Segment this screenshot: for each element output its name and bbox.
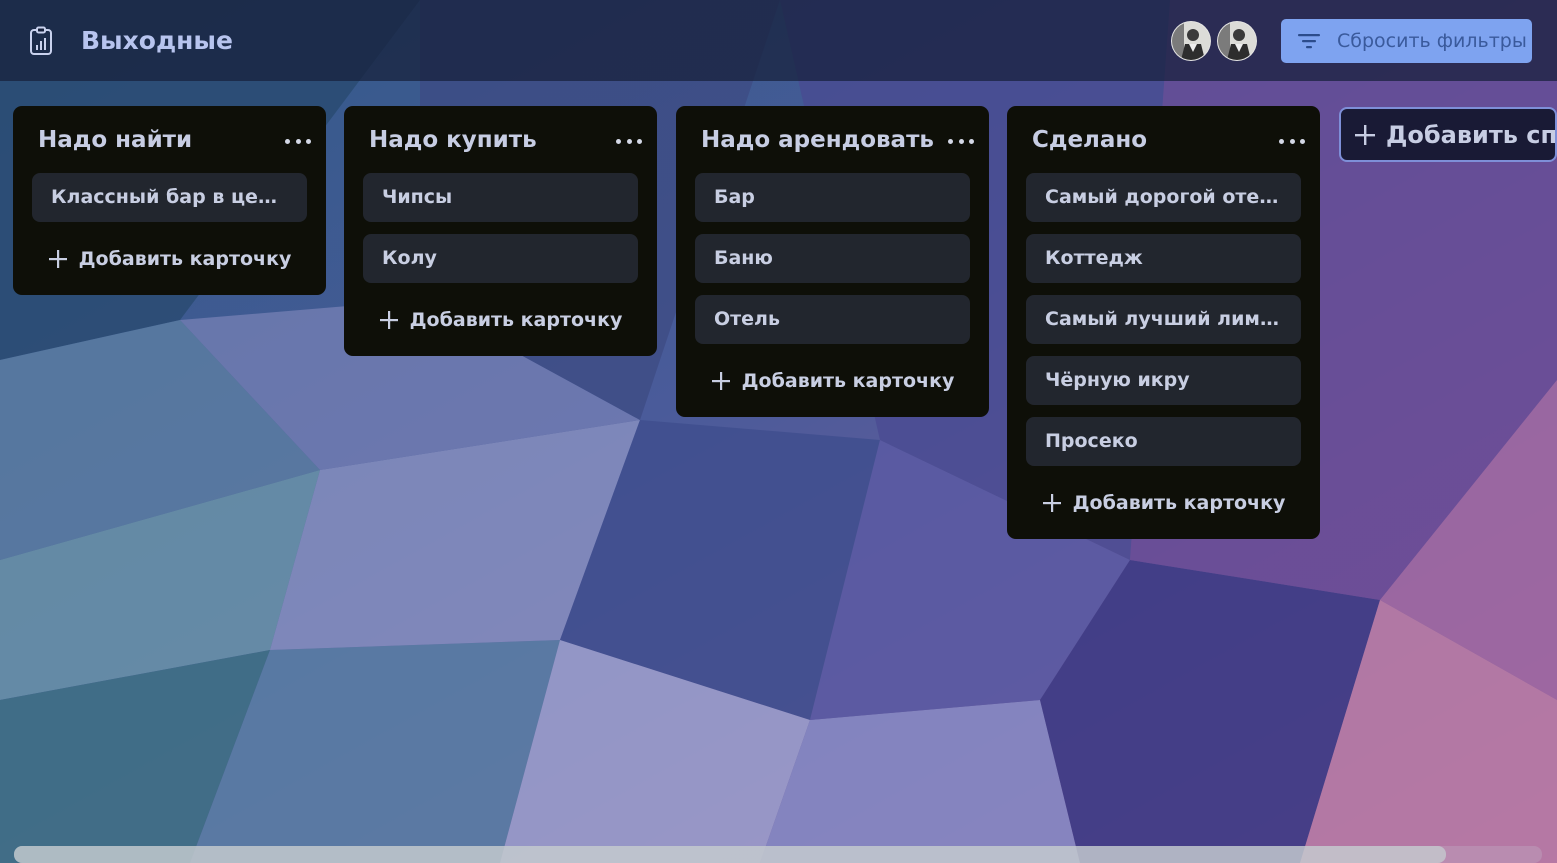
card[interactable]: Чипсы: [363, 173, 638, 222]
plus-icon: [1042, 493, 1062, 513]
card[interactable]: Бар: [695, 173, 970, 222]
list-header: Надо арендовать: [676, 106, 989, 168]
plus-icon: [48, 249, 68, 269]
clipboard-chart-icon[interactable]: [26, 26, 56, 56]
card[interactable]: Коттедж: [1026, 234, 1301, 283]
list-header: Надо купить: [344, 106, 657, 168]
card[interactable]: Отель: [695, 295, 970, 344]
card[interactable]: Колу: [363, 234, 638, 283]
add-card-label: Добавить карточку: [409, 308, 623, 331]
card[interactable]: Классный бар в центре: [32, 173, 307, 222]
add-list-button[interactable]: Добавить список: [1339, 107, 1557, 162]
list-title[interactable]: Надо найти: [38, 125, 192, 155]
list-column: Надо купить Чипсы Колу Добавить карточку: [344, 106, 657, 356]
list-column: Сделано Самый дорогой отель Коттедж Самы…: [1007, 106, 1320, 539]
card[interactable]: Баню: [695, 234, 970, 283]
reset-filters-label: Сбросить фильтры: [1337, 30, 1527, 52]
filter-lines-icon: [1297, 29, 1321, 53]
add-list-label: Добавить список: [1386, 120, 1557, 149]
add-card-label: Добавить карточку: [741, 369, 955, 392]
scrollbar-thumb[interactable]: [14, 846, 1446, 863]
list-header: Сделано: [1007, 106, 1320, 168]
card[interactable]: Самый лучший лимузин: [1026, 295, 1301, 344]
avatar[interactable]: [1171, 21, 1211, 61]
more-dots-icon[interactable]: [947, 128, 975, 154]
list-title[interactable]: Надо арендовать: [701, 125, 934, 155]
board-header: Выходные Сбросить фильтры: [0, 0, 1557, 81]
list-column: Надо арендовать Бар Баню Отель Добавить …: [676, 106, 989, 417]
plus-icon: [1354, 124, 1376, 146]
plus-icon: [711, 371, 731, 391]
plus-icon: [379, 310, 399, 330]
add-card-button[interactable]: Добавить карточку: [344, 295, 657, 344]
more-dots-icon[interactable]: [615, 128, 643, 154]
horizontal-scrollbar[interactable]: [14, 846, 1542, 863]
add-card-label: Добавить карточку: [1072, 491, 1286, 514]
add-card-button[interactable]: Добавить карточку: [676, 356, 989, 405]
list-column: Надо найти Классный бар в центре Добавит…: [13, 106, 326, 295]
reset-filters-button[interactable]: Сбросить фильтры: [1281, 19, 1532, 63]
add-card-label: Добавить карточку: [78, 247, 292, 270]
avatar[interactable]: [1217, 21, 1257, 61]
board-title[interactable]: Выходные: [81, 24, 233, 58]
list-header: Надо найти: [13, 106, 326, 168]
add-card-button[interactable]: Добавить карточку: [13, 234, 326, 283]
card[interactable]: Чёрную икру: [1026, 356, 1301, 405]
card[interactable]: Самый дорогой отель: [1026, 173, 1301, 222]
list-title[interactable]: Сделано: [1032, 125, 1147, 155]
card[interactable]: Просеко: [1026, 417, 1301, 466]
list-title[interactable]: Надо купить: [369, 125, 537, 155]
more-dots-icon[interactable]: [284, 128, 312, 154]
more-dots-icon[interactable]: [1278, 128, 1306, 154]
add-card-button[interactable]: Добавить карточку: [1007, 478, 1320, 527]
